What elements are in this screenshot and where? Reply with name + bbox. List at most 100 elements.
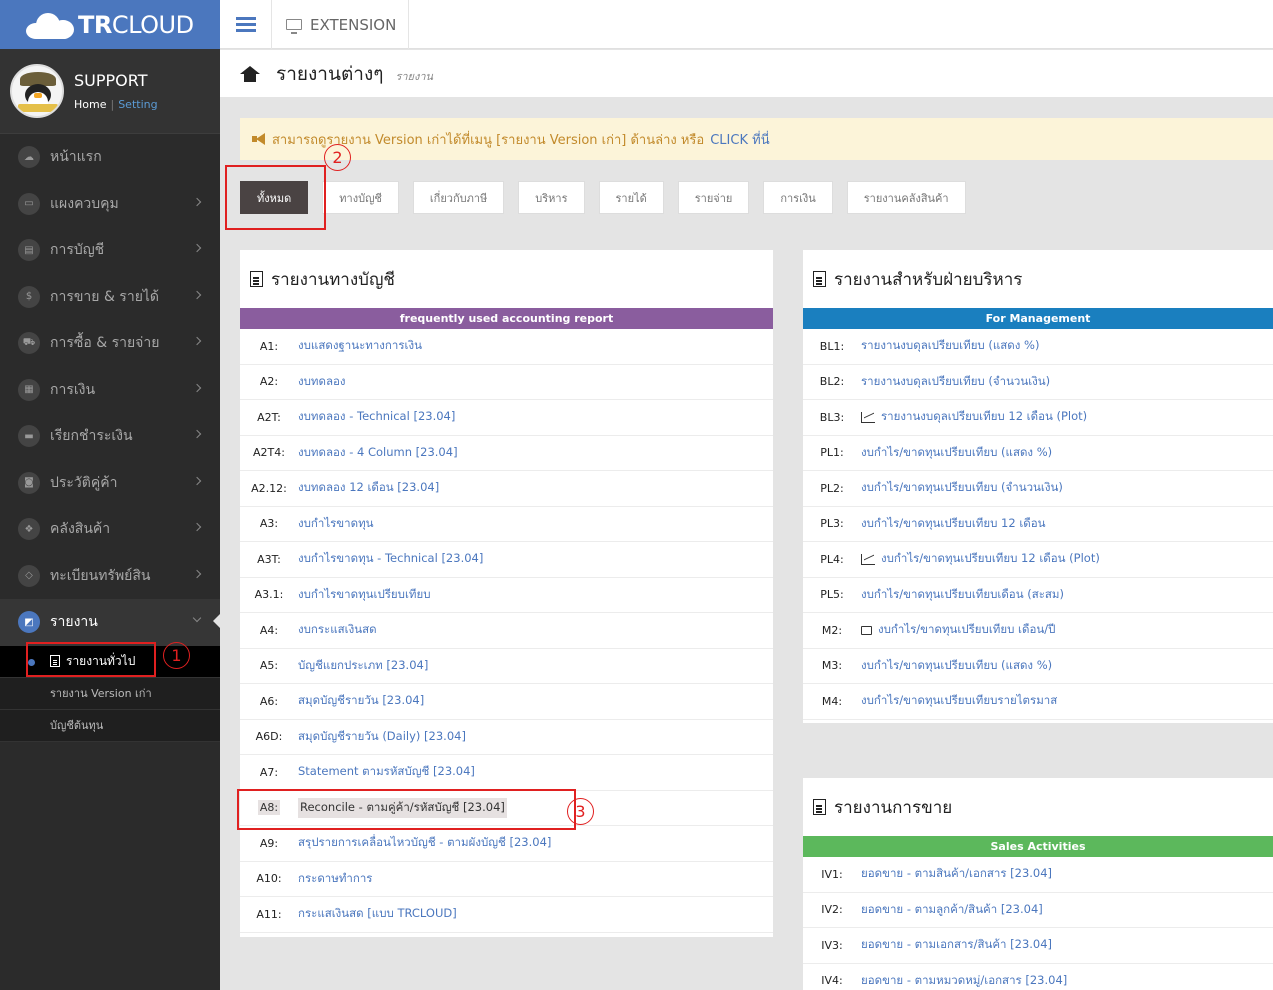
report-row[interactable]: PL3: งบกำไร/ขาดทุนเปรียบเทียบ 12 เดือน: [803, 507, 1273, 542]
report-row[interactable]: IV2: ยอดขาย - ตามลูกค้า/สินค้า [23.04]: [803, 893, 1273, 928]
sidebar-item-assets[interactable]: ◇ ทะเบียนทรัพย์สิน: [0, 553, 220, 600]
report-row[interactable]: PL5: งบกำไร/ขาดทุนเปรียบเทียบเดือน (สะสม): [803, 578, 1273, 613]
sidebar-item-dashboard[interactable]: ▭ แผงควบคุม: [0, 181, 220, 228]
report-link[interactable]: งบกำไร/ขาดทุนเปรียบเทียบ (จำนวนเงิน): [861, 479, 1063, 497]
tab-management[interactable]: บริหาร: [518, 181, 585, 214]
report-link[interactable]: สมุดบัญชีรายวัน (Daily) [23.04]: [298, 728, 466, 746]
report-link[interactable]: งบทดลอง - Technical [23.04]: [298, 408, 455, 426]
report-row[interactable]: M4: งบกำไร/ขาดทุนเปรียบเทียบรายไตรมาส: [803, 684, 1273, 720]
report-link[interactable]: งบกำไร/ขาดทุนเปรียบเทียบ 12 เดือน (Plot): [861, 550, 1100, 568]
report-row[interactable]: A3: งบกำไรขาดทุน: [240, 507, 773, 542]
report-link[interactable]: งบกำไร/ขาดทุนเปรียบเทียบ 12 เดือน: [861, 515, 1046, 533]
report-row[interactable]: IV4: ยอดขาย - ตามหมวดหมู่/เอกสาร [23.04]: [803, 964, 1273, 990]
report-link[interactable]: บัญชีแยกประเภท [23.04]: [298, 657, 428, 675]
report-link[interactable]: รายงานงบดุลเปรียบเทียบ 12 เดือน (Plot): [861, 408, 1087, 426]
report-link[interactable]: งบกำไร/ขาดทุนเปรียบเทียบ เดือน/ปี: [861, 621, 1055, 639]
card-icon: ▬: [18, 425, 40, 448]
report-row[interactable]: A3.1: งบกำไรขาดทุนเปรียบเทียบ: [240, 578, 773, 613]
sidebar-item-billing[interactable]: ▬ เรียกชำระเงิน: [0, 413, 220, 460]
report-label: กระดาษทำการ: [298, 870, 373, 885]
report-row[interactable]: PL2: งบกำไร/ขาดทุนเปรียบเทียบ (จำนวนเงิน): [803, 471, 1273, 507]
report-row[interactable]: A11: กระแสเงินสด [แบบ TRCLOUD]: [240, 897, 773, 933]
tab-inventory-reports[interactable]: รายงานคลังสินค้า: [846, 181, 966, 214]
annotation-box-1: [26, 642, 156, 677]
report-row[interactable]: A3T: งบกำไรขาดทุน - Technical [23.04]: [240, 542, 773, 578]
sidebar-item-contacts[interactable]: ◙ ประวัติคู่ค้า: [0, 460, 220, 507]
report-label: งบทดลอง 12 เดือน [23.04]: [298, 480, 440, 495]
tab-tax[interactable]: เกี่ยวกับภาษี: [412, 181, 505, 214]
report-label: งบแสดงฐานะทางการเงิน: [298, 338, 422, 353]
report-link[interactable]: งบกระแสเงินสด: [298, 621, 377, 639]
sidebar-item-purchases[interactable]: ⛟ การซื้อ & รายจ่าย: [0, 320, 220, 367]
setting-link[interactable]: Setting: [118, 98, 157, 111]
user-name: SUPPORT: [74, 71, 148, 90]
report-link[interactable]: ยอดขาย - ตามสินค้า/เอกสาร [23.04]: [861, 865, 1052, 883]
report-link[interactable]: สมุดบัญชีรายวัน [23.04]: [298, 692, 424, 710]
hamburger-menu-button[interactable]: [220, 0, 272, 49]
report-row[interactable]: A1: งบแสดงฐานะทางการเงิน: [240, 329, 773, 365]
report-link[interactable]: งบทดลอง: [298, 373, 346, 391]
report-row[interactable]: IV1: ยอดขาย - ตามสินค้า/เอกสาร [23.04]: [803, 857, 1273, 893]
report-link[interactable]: รายงานงบดุลเปรียบเทียบ (แสดง %): [861, 337, 1039, 355]
report-link[interactable]: กระดาษทำการ: [298, 870, 372, 888]
report-link[interactable]: กระแสเงินสด [แบบ TRCLOUD]: [298, 905, 457, 923]
tab-income[interactable]: รายได้: [598, 181, 664, 214]
sidebar-item-finance[interactable]: ▦ การเงิน: [0, 367, 220, 414]
report-link[interactable]: งบทดลอง 12 เดือน [23.04]: [298, 479, 439, 497]
report-link[interactable]: สรุปรายการเคลื่อนไหวบัญชี - ตามผังบัญชี …: [298, 834, 551, 852]
report-row[interactable]: A9: สรุปรายการเคลื่อนไหวบัญชี - ตามผังบัญ…: [240, 826, 773, 862]
report-row[interactable]: A5: บัญชีแยกประเภท [23.04]: [240, 649, 773, 684]
report-row[interactable]: M3: งบกำไร/ขาดทุนเปรียบเทียบ (แสดง %): [803, 649, 1273, 684]
sidebar-item-accounting[interactable]: ▤ การบัญชี: [0, 227, 220, 274]
report-row[interactable]: A2.12: งบทดลอง 12 เดือน [23.04]: [240, 471, 773, 507]
click-here-link[interactable]: CLICK ที่นี่: [710, 129, 769, 150]
report-row[interactable]: A2T: งบทดลอง - Technical [23.04]: [240, 400, 773, 436]
sidebar-item-reports[interactable]: ◩ รายงาน: [0, 599, 220, 646]
report-label: Statement ตามรหัสบัญชี [23.04]: [298, 764, 475, 779]
report-row[interactable]: BL2: รายงานงบดุลเปรียบเทียบ (จำนวนเงิน): [803, 365, 1273, 400]
report-row[interactable]: A2: งบทดลอง: [240, 365, 773, 400]
report-row[interactable]: PL1: งบกำไร/ขาดทุนเปรียบเทียบ (แสดง %): [803, 436, 1273, 471]
report-link[interactable]: งบแสดงฐานะทางการเงิน: [298, 337, 422, 355]
extension-button[interactable]: EXTENSION: [272, 0, 409, 49]
report-link[interactable]: งบกำไรขาดทุน: [298, 515, 374, 533]
report-row[interactable]: BL3: รายงานงบดุลเปรียบเทียบ 12 เดือน (Plo…: [803, 400, 1273, 436]
report-link[interactable]: ยอดขาย - ตามลูกค้า/สินค้า [23.04]: [861, 901, 1043, 919]
tab-accounting[interactable]: ทางบัญชี: [322, 181, 399, 214]
submenu-cost-accounting[interactable]: บัญชีต้นทุน: [0, 710, 220, 742]
report-row[interactable]: A2T4: งบทดลอง - 4 Column [23.04]: [240, 436, 773, 471]
report-link[interactable]: ยอดขาย - ตามหมวดหมู่/เอกสาร [23.04]: [861, 972, 1067, 990]
report-code: A9:: [259, 836, 279, 850]
home-link[interactable]: Home: [74, 98, 106, 111]
report-row[interactable]: A6: สมุดบัญชีรายวัน [23.04]: [240, 684, 773, 720]
avatar[interactable]: [10, 64, 64, 118]
report-link[interactable]: งบกำไรขาดทุนเปรียบเทียบ: [298, 586, 431, 604]
submenu-old-version-reports[interactable]: รายงาน Version เก่า: [0, 678, 220, 710]
tab-finance[interactable]: การเงิน: [763, 181, 833, 214]
report-link[interactable]: งบกำไรขาดทุน - Technical [23.04]: [298, 550, 483, 568]
sales-reports-panel: รายงานการขาย Sales Activities IV1: ยอดขาย…: [803, 778, 1273, 990]
report-row[interactable]: A4: งบกระแสเงินสด: [240, 613, 773, 649]
report-row[interactable]: A6D: สมุดบัญชีรายวัน (Daily) [23.04]: [240, 720, 773, 755]
report-row[interactable]: BL1: รายงานงบดุลเปรียบเทียบ (แสดง %): [803, 329, 1273, 365]
report-row[interactable]: PL4: งบกำไร/ขาดทุนเปรียบเทียบ 12 เดือน (P…: [803, 542, 1273, 578]
sidebar-item-sales[interactable]: $ การขาย & รายได้: [0, 274, 220, 321]
report-link[interactable]: Statement ตามรหัสบัญชี [23.04]: [298, 763, 475, 781]
sidebar-item-home[interactable]: ☁ หน้าแรก: [0, 134, 220, 181]
report-link[interactable]: งบกำไร/ขาดทุนเปรียบเทียบเดือน (สะสม): [861, 586, 1064, 604]
tab-expense[interactable]: รายจ่าย: [677, 181, 750, 214]
report-row[interactable]: A10: กระดาษทำการ: [240, 862, 773, 897]
hamburger-icon: [235, 23, 256, 26]
report-link[interactable]: รายงานงบดุลเปรียบเทียบ (จำนวนเงิน): [861, 373, 1050, 391]
sidebar-item-inventory[interactable]: ❖ คลังสินค้า: [0, 506, 220, 553]
report-link[interactable]: งบกำไร/ขาดทุนเปรียบเทียบ (แสดง %): [861, 657, 1052, 675]
brand-logo[interactable]: TRCLOUD: [0, 0, 220, 49]
report-link[interactable]: งบทดลอง - 4 Column [23.04]: [298, 444, 458, 462]
report-link[interactable]: ยอดขาย - ตามเอกสาร/สินค้า [23.04]: [861, 936, 1052, 954]
report-row[interactable]: M2: งบกำไร/ขาดทุนเปรียบเทียบ เดือน/ปี: [803, 613, 1273, 649]
report-link[interactable]: งบกำไร/ขาดทุนเปรียบเทียบ (แสดง %): [861, 444, 1052, 462]
report-row[interactable]: IV3: ยอดขาย - ตามเอกสาร/สินค้า [23.04]: [803, 928, 1273, 964]
home-icon[interactable]: [240, 65, 260, 82]
report-row[interactable]: A7: Statement ตามรหัสบัญชี [23.04]: [240, 755, 773, 791]
report-link[interactable]: งบกำไร/ขาดทุนเปรียบเทียบรายไตรมาส: [861, 692, 1057, 710]
